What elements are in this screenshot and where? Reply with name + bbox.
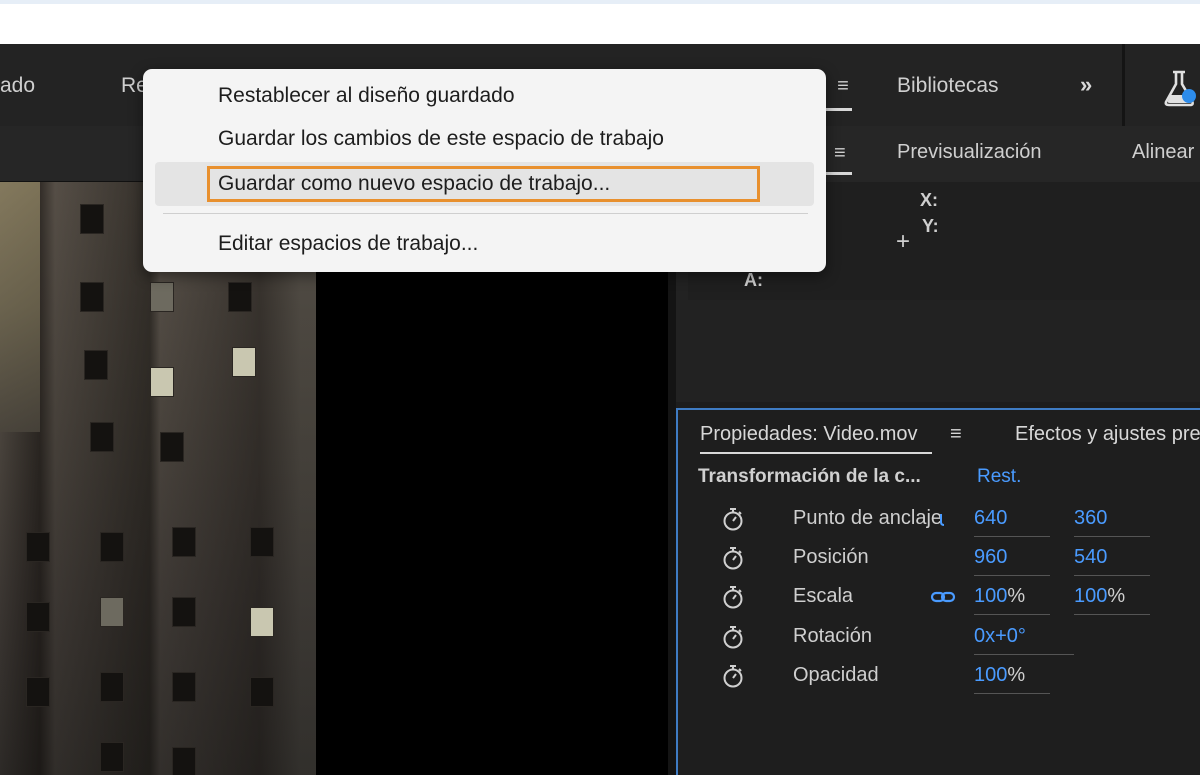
- tab-effects-presets[interactable]: Efectos y ajustes pre: [1015, 423, 1200, 446]
- tab-alinear[interactable]: Alinear: [1132, 141, 1194, 164]
- properties-menu-icon[interactable]: ≡: [950, 423, 962, 446]
- x-coordinate-label: X:: [920, 190, 938, 210]
- window: [26, 602, 50, 632]
- flask-icon[interactable]: [1160, 68, 1200, 108]
- workspace-menu-icon[interactable]: ≡: [832, 72, 854, 100]
- window: [172, 672, 196, 702]
- window: [26, 677, 50, 707]
- position-y-value[interactable]: 540: [1074, 546, 1150, 576]
- property-row-position: Posición 960 540: [720, 544, 1200, 576]
- info-panel-menu-icon[interactable]: ≡: [834, 142, 846, 165]
- window: [232, 347, 256, 377]
- stopwatch-icon[interactable]: [722, 625, 744, 649]
- chevron-double-right-icon[interactable]: »: [1080, 72, 1092, 98]
- window: [80, 282, 104, 312]
- stopwatch-icon[interactable]: [722, 585, 744, 609]
- properties-tab-underline: [700, 452, 932, 454]
- info-panel-menu-underline: [826, 172, 852, 175]
- window: [250, 607, 274, 637]
- workspace-tab-ado[interactable]: ado: [0, 74, 35, 98]
- reset-button[interactable]: Rest.: [977, 466, 1021, 488]
- annotation-highlight-box: [207, 166, 760, 202]
- workspace-context-menu: Restablecer al diseño guardado Guardar l…: [143, 69, 826, 272]
- constrain-proportions-link-icon[interactable]: [930, 589, 956, 605]
- property-label: Escala: [793, 585, 854, 607]
- crosshair-icon: +: [896, 228, 911, 255]
- anchor-y-value[interactable]: 360: [1074, 507, 1150, 537]
- menu-item-edit-workspaces[interactable]: Editar espacios de trabajo...: [218, 232, 478, 256]
- window: [228, 282, 252, 312]
- menu-separator: [163, 213, 808, 214]
- scale-y-value[interactable]: 100%: [1074, 585, 1150, 615]
- workspace-menu-underline: [826, 108, 852, 111]
- property-row-anchor-point: Punto de anclaje 640 360: [720, 505, 1200, 537]
- window: [250, 527, 274, 557]
- opacity-value[interactable]: 100%: [974, 664, 1050, 694]
- property-label: Posición: [793, 546, 869, 568]
- anchor-x-value[interactable]: 640: [974, 507, 1050, 537]
- transform-section-title[interactable]: Transformación de la c...: [698, 466, 921, 488]
- window: [90, 422, 114, 452]
- video-lit-facade: [0, 182, 40, 432]
- scale-x-value[interactable]: 100%: [974, 585, 1050, 615]
- a-coordinate-label: A:: [744, 270, 763, 290]
- window: [250, 677, 274, 707]
- link-icon[interactable]: [935, 511, 961, 527]
- property-row-scale: Escala 100% 100%: [720, 583, 1200, 615]
- window: [26, 532, 50, 562]
- workspace-tab-bibliotecas[interactable]: Bibliotecas: [897, 74, 999, 98]
- stopwatch-icon[interactable]: [722, 664, 744, 688]
- stopwatch-icon[interactable]: [722, 507, 744, 531]
- menu-item-reset-saved-layout[interactable]: Restablecer al diseño guardado: [218, 84, 515, 108]
- window: [150, 282, 174, 312]
- y-coordinate-label: Y:: [922, 216, 939, 236]
- window: [172, 597, 196, 627]
- window: [100, 672, 124, 702]
- window: [100, 742, 124, 772]
- window: [80, 204, 104, 234]
- property-label: Rotación: [793, 625, 872, 647]
- window: [100, 532, 124, 562]
- tab-previsualizacion[interactable]: Previsualización: [897, 141, 1042, 164]
- property-row-rotation: Rotación 0x+0°: [720, 623, 1200, 655]
- window: [100, 597, 124, 627]
- property-label: Opacidad: [793, 664, 879, 686]
- toolbar-divider: [1122, 44, 1125, 126]
- rotation-value[interactable]: 0x+0°: [974, 625, 1074, 655]
- browser-top-strip: [0, 0, 1200, 44]
- window: [172, 747, 196, 775]
- window: [150, 367, 174, 397]
- window: [84, 350, 108, 380]
- window: [172, 527, 196, 557]
- property-row-opacity: Opacidad 100%: [720, 662, 1200, 694]
- window: [160, 432, 184, 462]
- stopwatch-icon[interactable]: [722, 546, 744, 570]
- property-label: Punto de anclaje: [793, 507, 943, 529]
- tab-properties[interactable]: Propiedades: Video.mov: [700, 423, 918, 446]
- position-x-value[interactable]: 960: [974, 546, 1050, 576]
- menu-item-save-workspace-changes[interactable]: Guardar los cambios de este espacio de t…: [218, 127, 664, 151]
